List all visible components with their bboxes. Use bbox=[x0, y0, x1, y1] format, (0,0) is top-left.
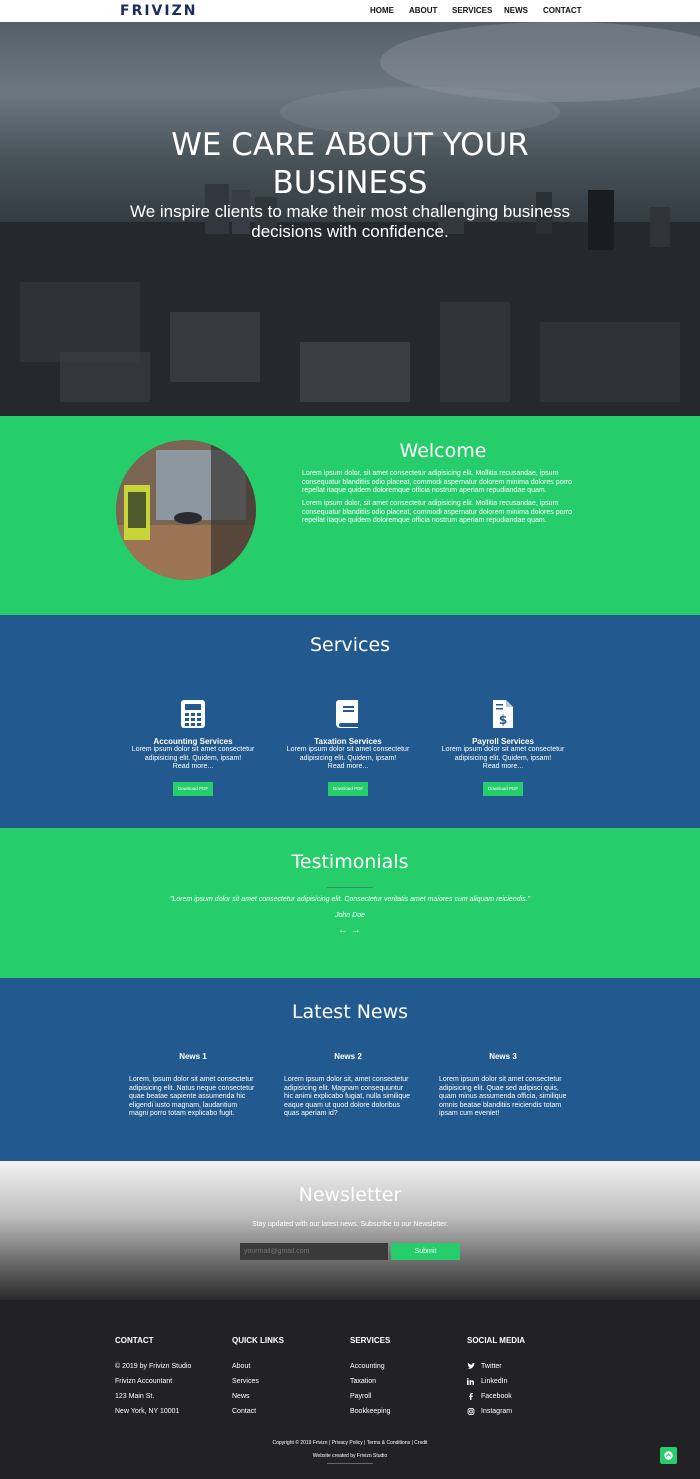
welcome-title: Welcome bbox=[399, 440, 487, 462]
twitter-icon bbox=[467, 1363, 475, 1369]
svg-text:$: $ bbox=[499, 713, 507, 727]
news-item: News 1 Lorem, ipsum dolor sit amet conse… bbox=[129, 1052, 257, 1119]
book-icon bbox=[336, 700, 358, 728]
footer-link-about[interactable]: About bbox=[232, 1359, 284, 1374]
download-pdf-button[interactable]: Download PDF bbox=[483, 781, 523, 796]
service-card-accounting: Accounting Services Lorem ipsum dolor si… bbox=[118, 699, 268, 796]
instagram-icon bbox=[467, 1408, 475, 1415]
footer-quick-links: QUICK LINKS About Services News Contact bbox=[232, 1336, 284, 1419]
nav-news[interactable]: NEWS bbox=[504, 6, 528, 15]
news-item-text: Lorem, ipsum dolor sit amet consectetur … bbox=[129, 1076, 255, 1118]
newsletter-submit-button[interactable]: Submit bbox=[391, 1243, 460, 1260]
hero-section: WE CARE ABOUT YOUR BUSINESS We inspire cl… bbox=[0, 22, 700, 416]
testimonial-arrows: ← → bbox=[338, 925, 361, 936]
newsletter-title: Newsletter bbox=[298, 1184, 402, 1206]
service-text: Lorem ipsum dolor sit amet consectetur a… bbox=[441, 746, 565, 762]
footer-contact-line: 123 Main St. bbox=[115, 1393, 155, 1400]
footer-link-instagram[interactable]: Instagram bbox=[467, 1404, 525, 1419]
nav-about[interactable]: ABOUT bbox=[409, 6, 437, 15]
footer-contact-line: © 2019 by Frivizn Studio bbox=[115, 1363, 192, 1370]
footer-link-twitter[interactable]: Twitter bbox=[467, 1359, 525, 1374]
footer-contact: CONTACT © 2019 by Frivizn Studio Frivizn… bbox=[115, 1336, 191, 1419]
read-more-link[interactable]: Read more... bbox=[118, 763, 268, 772]
news-item-title[interactable]: News 3 bbox=[439, 1052, 567, 1061]
news-item-title[interactable]: News 1 bbox=[129, 1052, 257, 1061]
footer-services: SERVICES Accounting Taxation Payroll Boo… bbox=[350, 1336, 390, 1419]
services-title: Services bbox=[309, 634, 391, 656]
news-title: Latest News bbox=[291, 1001, 409, 1023]
top-navbar: FRIVIZN HOME ABOUT SERVICES NEWS CONTACT bbox=[0, 0, 700, 22]
footer-heading: SOCIAL MEDIA bbox=[467, 1336, 526, 1345]
testimonial-author: John Doe bbox=[335, 912, 365, 919]
footer-contact-line: New York, NY 10001 bbox=[115, 1408, 180, 1415]
divider bbox=[327, 887, 373, 888]
footer-link-facebook[interactable]: Facebook bbox=[467, 1389, 525, 1404]
footer-social: SOCIAL MEDIA Twitter LinkedIn Facebook I… bbox=[467, 1336, 525, 1419]
office-photo bbox=[116, 440, 256, 580]
services-section: Services Accounting Services Lorem ipsum… bbox=[0, 615, 700, 828]
hero-title: WE CARE ABOUT YOUR BUSINESS bbox=[171, 127, 529, 201]
footer-link-linkedin[interactable]: LinkedIn bbox=[467, 1374, 525, 1389]
calculator-icon bbox=[181, 700, 205, 728]
service-title: Accounting Services bbox=[153, 737, 233, 746]
read-more-link[interactable]: Read more... bbox=[273, 763, 423, 772]
testimonials-title: Testimonials bbox=[291, 851, 409, 873]
testimonial-quote: "Lorem ipsum dolor sit amet consectetur … bbox=[169, 896, 531, 903]
footer-link-contact[interactable]: Contact bbox=[232, 1404, 284, 1419]
footer-link-accounting[interactable]: Accounting bbox=[350, 1359, 390, 1374]
service-card-taxation: Taxation Services Lorem ipsum dolor sit … bbox=[273, 699, 423, 796]
scroll-to-top-button[interactable] bbox=[660, 1447, 677, 1464]
credit-text: Website created by Frivizn Studio bbox=[312, 1453, 388, 1459]
invoice-dollar-icon: $ bbox=[493, 700, 513, 728]
news-section: Latest News News 1 Lorem, ipsum dolor si… bbox=[0, 978, 700, 1161]
footer-heading: QUICK LINKS bbox=[232, 1336, 284, 1345]
footer-link-payroll[interactable]: Payroll bbox=[350, 1389, 390, 1404]
nav-home[interactable]: HOME bbox=[370, 6, 394, 15]
prev-arrow-icon[interactable]: ← bbox=[338, 925, 348, 936]
download-pdf-button[interactable]: Download PDF bbox=[173, 781, 213, 796]
footer-link-bookkeeping[interactable]: Bookkeeping bbox=[350, 1404, 390, 1419]
news-item-text: Lorem ipsum dolor sit amet consectetur a… bbox=[439, 1076, 567, 1118]
footer-heading: CONTACT bbox=[115, 1336, 154, 1345]
arrow-up-circle-icon bbox=[664, 1451, 673, 1460]
divider bbox=[327, 1463, 373, 1464]
next-arrow-icon[interactable]: → bbox=[351, 925, 361, 936]
news-item: News 2 Lorem ipsum dolor sit, amet conse… bbox=[284, 1052, 412, 1119]
read-more-link[interactable]: Read more... bbox=[428, 763, 578, 772]
footer-link-taxation[interactable]: Taxation bbox=[350, 1374, 390, 1389]
footer: CONTACT © 2019 by Frivizn Studio Frivizn… bbox=[0, 1300, 700, 1479]
newsletter-section: Newsletter Stay updated with our latest … bbox=[0, 1161, 700, 1300]
footer-contact-line: Frivizn Accountant bbox=[115, 1378, 173, 1385]
hero-subtitle: We inspire clients to make their most ch… bbox=[129, 202, 570, 241]
welcome-paragraph-2: Lorem ipsum dolor, sit amet consectetur … bbox=[302, 500, 573, 525]
service-title: Taxation Services bbox=[314, 737, 382, 746]
news-item: News 3 Lorem ipsum dolor sit amet consec… bbox=[439, 1052, 567, 1119]
newsletter-text: Stay updated with our latest news. Subsc… bbox=[251, 1221, 449, 1228]
footer-link-news[interactable]: News bbox=[232, 1389, 284, 1404]
facebook-icon bbox=[469, 1393, 473, 1400]
site-logo[interactable]: FRIVIZN bbox=[120, 3, 197, 19]
newsletter-email-input[interactable] bbox=[240, 1243, 388, 1260]
linkedin-icon bbox=[467, 1378, 474, 1385]
download-pdf-button[interactable]: Download PDF bbox=[328, 781, 368, 796]
footer-heading: SERVICES bbox=[350, 1336, 391, 1345]
copyright-text: Copyright © 2019 Frivizn | Privacy Polic… bbox=[272, 1440, 428, 1446]
news-item-text: Lorem ipsum dolor sit, amet consectetur … bbox=[284, 1076, 411, 1118]
service-text: Lorem ipsum dolor sit amet consectetur a… bbox=[286, 746, 410, 762]
nav-services[interactable]: SERVICES bbox=[452, 6, 492, 15]
service-text: Lorem ipsum dolor sit amet consectetur a… bbox=[131, 746, 255, 762]
testimonials-section: Testimonials "Lorem ipsum dolor sit amet… bbox=[0, 828, 700, 978]
welcome-paragraph-1: Lorem ipsum dolor, sit amet consectetur … bbox=[302, 470, 573, 495]
news-item-title[interactable]: News 2 bbox=[284, 1052, 412, 1061]
welcome-section: Welcome Lorem ipsum dolor, sit amet cons… bbox=[0, 416, 700, 615]
service-card-payroll: $ Payroll Services Lorem ipsum dolor sit… bbox=[428, 699, 578, 796]
footer-link-services[interactable]: Services bbox=[232, 1374, 284, 1389]
nav-contact[interactable]: CONTACT bbox=[543, 6, 582, 15]
service-title: Payroll Services bbox=[472, 737, 534, 746]
